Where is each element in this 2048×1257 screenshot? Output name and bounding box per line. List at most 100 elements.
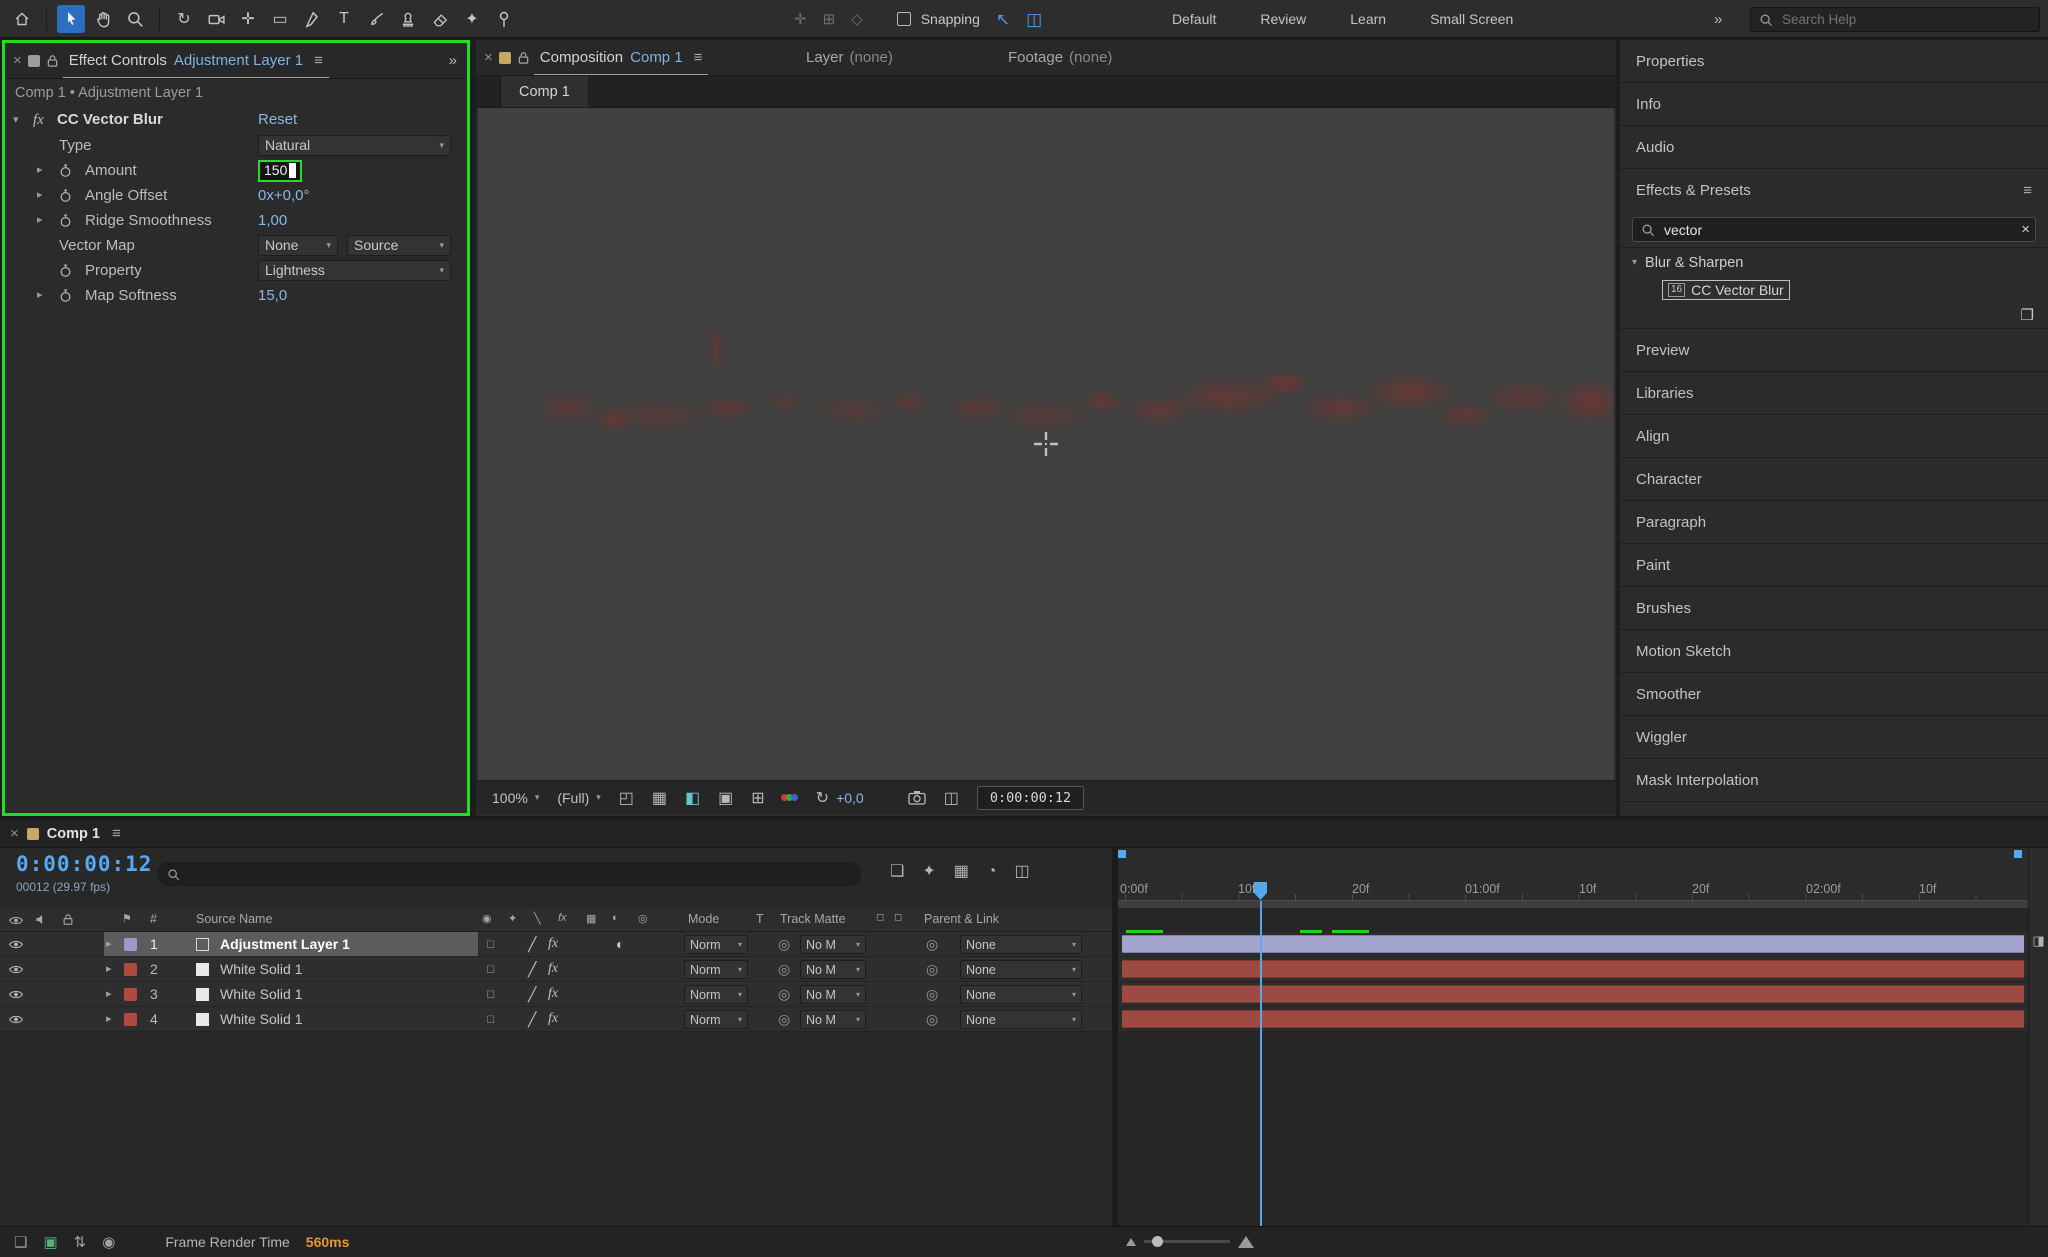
panel-item-brushes[interactable]: Brushes [1620, 587, 2048, 630]
fx-switch-icon[interactable]: fx [548, 961, 558, 977]
lock-icon[interactable] [517, 51, 530, 65]
channel-colors-icon[interactable] [783, 794, 798, 801]
axis-local-icon[interactable]: ✛ [794, 12, 807, 27]
caret-right-icon[interactable]: ▸ [106, 937, 112, 950]
workspace-default[interactable]: Default [1150, 0, 1238, 38]
reset-button[interactable]: Reset [258, 107, 297, 133]
timeline-splitter[interactable] [1112, 848, 1118, 1226]
panel-item-properties[interactable]: Properties [1620, 40, 2048, 83]
matte-pickwhip-icon[interactable]: ◎ [778, 936, 790, 953]
matte-pickwhip-icon[interactable]: ◎ [778, 986, 790, 1003]
show-snapshot-icon[interactable]: ◫ [944, 788, 959, 808]
view-start-handle[interactable] [1118, 850, 1126, 858]
clone-stamp-tool[interactable] [394, 5, 422, 33]
layer-row-2[interactable]: ▸ 2 White Solid 1 ◻ ╱ fx Norm▾ ◎ No M▾ ◎… [0, 957, 1112, 982]
panel-item-paint[interactable]: Paint [1620, 544, 2048, 587]
panel-item-info[interactable]: Info [1620, 83, 2048, 126]
sort-icon[interactable]: ⇅ [74, 1233, 87, 1251]
snap-box-icon[interactable]: ◫ [1026, 11, 1042, 28]
brush-tool[interactable] [362, 5, 390, 33]
preview-timecode[interactable]: 0:00:00:12 [977, 786, 1084, 810]
new-panel-icon[interactable]: ❒ [2021, 306, 2034, 324]
selection-tool[interactable] [57, 5, 85, 33]
tab-composition[interactable]: Composition Comp 1 ≡ [534, 40, 709, 75]
camera-tool[interactable] [202, 5, 230, 33]
track-matte-dropdown[interactable]: No M▾ [800, 935, 866, 954]
panel-grip-icon[interactable] [28, 55, 40, 67]
render-queue-icon[interactable]: ❏ [14, 1233, 27, 1251]
vector-map-dropdown[interactable]: None ▾ [258, 235, 338, 256]
panel-item-effects-presets[interactable]: Effects & Presets ≡ [1620, 169, 2048, 212]
workspace-overflow-icon[interactable]: » [1714, 0, 1722, 38]
panel-item-audio[interactable]: Audio [1620, 126, 2048, 169]
graph-editor-icon[interactable]: ◫ [1015, 864, 1030, 880]
blend-mode-dropdown[interactable]: Norm▾ [684, 985, 748, 1004]
workspace-review[interactable]: Review [1238, 0, 1328, 38]
zoom-out-icon[interactable] [1126, 1238, 1136, 1246]
column-mode[interactable]: Mode [688, 912, 719, 926]
parent-pickwhip-icon[interactable]: ◎ [926, 961, 938, 978]
layer-row-3[interactable]: ▸ 3 White Solid 1 ◻ ╱ fx Norm▾ ◎ No M▾ ◎… [0, 982, 1112, 1007]
track-matte-dropdown[interactable]: No M▾ [800, 960, 866, 979]
tab-footage[interactable]: Footage (none) [1008, 49, 1112, 66]
layer-name[interactable]: Adjustment Layer 1 [220, 936, 350, 952]
take-snapshot-icon[interactable] [908, 790, 926, 805]
effect-name[interactable]: CC Vector Blur [57, 107, 163, 133]
layer-row-1[interactable]: ▸ 1 Adjustment Layer 1 ◻ ╱ fx ◐ Norm▾ ◎ … [0, 932, 1112, 957]
composition-viewport[interactable] [478, 108, 1614, 780]
close-icon[interactable]: × [13, 52, 22, 69]
stopwatch-icon[interactable] [58, 163, 73, 178]
snap-arrow-icon[interactable]: ↖ [996, 11, 1010, 28]
caret-down-icon[interactable]: ▾ [13, 107, 19, 133]
column-parent-link[interactable]: Parent & Link [924, 912, 999, 926]
zoom-slider-track[interactable] [1144, 1240, 1230, 1243]
parent-dropdown[interactable]: None▾ [960, 935, 1082, 954]
close-icon[interactable]: × [10, 825, 19, 842]
caret-right-icon[interactable]: ▸ [37, 283, 43, 308]
type-dropdown[interactable]: Natural ▾ [258, 135, 451, 156]
effects-presets-search-box[interactable] [1632, 217, 2036, 242]
parent-dropdown[interactable]: None▾ [960, 985, 1082, 1004]
ridge-smoothness-value[interactable]: 1,00 [258, 208, 287, 233]
stopwatch-icon[interactable] [58, 288, 73, 303]
panel-grip-icon[interactable] [27, 828, 39, 840]
hand-tool[interactable] [89, 5, 117, 33]
reset-exposure-icon[interactable]: ↻ [816, 788, 829, 808]
eye-icon[interactable] [8, 989, 24, 1000]
layer-duration-bar[interactable] [1122, 960, 2024, 978]
caret-right-icon[interactable]: ▸ [37, 208, 43, 233]
parent-dropdown[interactable]: None▾ [960, 960, 1082, 979]
panel-overflow-icon[interactable]: » [449, 52, 457, 69]
fx-switch-icon[interactable]: fx [548, 1011, 558, 1027]
shy-switch-icon[interactable]: ◻ [486, 962, 495, 975]
shape-tool[interactable]: ▭ [266, 5, 294, 33]
amount-input[interactable]: 150 [258, 160, 302, 182]
workspace-small-screen[interactable]: Small Screen [1408, 0, 1535, 38]
magnification-dropdown[interactable]: 100% ▾ [492, 790, 539, 806]
panel-item-mask-interpolation[interactable]: Mask Interpolation [1620, 759, 2048, 802]
fx-switch-icon[interactable]: fx [548, 936, 558, 952]
composition-button-icon[interactable]: ◨ [2029, 934, 2048, 947]
panel-item-libraries[interactable]: Libraries [1620, 372, 2048, 415]
column-t[interactable]: T [756, 912, 764, 926]
workspace-learn[interactable]: Learn [1328, 0, 1408, 38]
stopwatch-icon[interactable] [58, 213, 73, 228]
transparency-grid-icon[interactable]: ▣ [718, 788, 733, 808]
resolution-dropdown[interactable]: (Full) ▾ [557, 790, 600, 806]
snapping-checkbox[interactable] [897, 12, 911, 26]
work-area-bar[interactable] [1118, 901, 2028, 908]
caret-right-icon[interactable]: ▸ [37, 183, 43, 208]
parent-pickwhip-icon[interactable]: ◎ [926, 1011, 938, 1028]
rotate-tool[interactable]: ↻ [170, 5, 198, 33]
draft-3d-icon[interactable]: ✦ [922, 864, 935, 880]
layer-name[interactable]: White Solid 1 [220, 986, 302, 1002]
panel-item-motion-sketch[interactable]: Motion Sketch [1620, 630, 2048, 673]
label-color-swatch[interactable] [124, 988, 137, 1001]
parent-dropdown[interactable]: None▾ [960, 1010, 1082, 1029]
layer-duration-bar[interactable] [1122, 985, 2024, 1003]
panel-menu-icon[interactable]: ≡ [112, 825, 121, 842]
view-end-handle[interactable] [2014, 850, 2022, 858]
quality-switch-icon[interactable]: ╱ [528, 961, 536, 978]
label-color-swatch[interactable] [124, 1013, 137, 1026]
snapping-label[interactable]: Snapping [921, 11, 980, 27]
